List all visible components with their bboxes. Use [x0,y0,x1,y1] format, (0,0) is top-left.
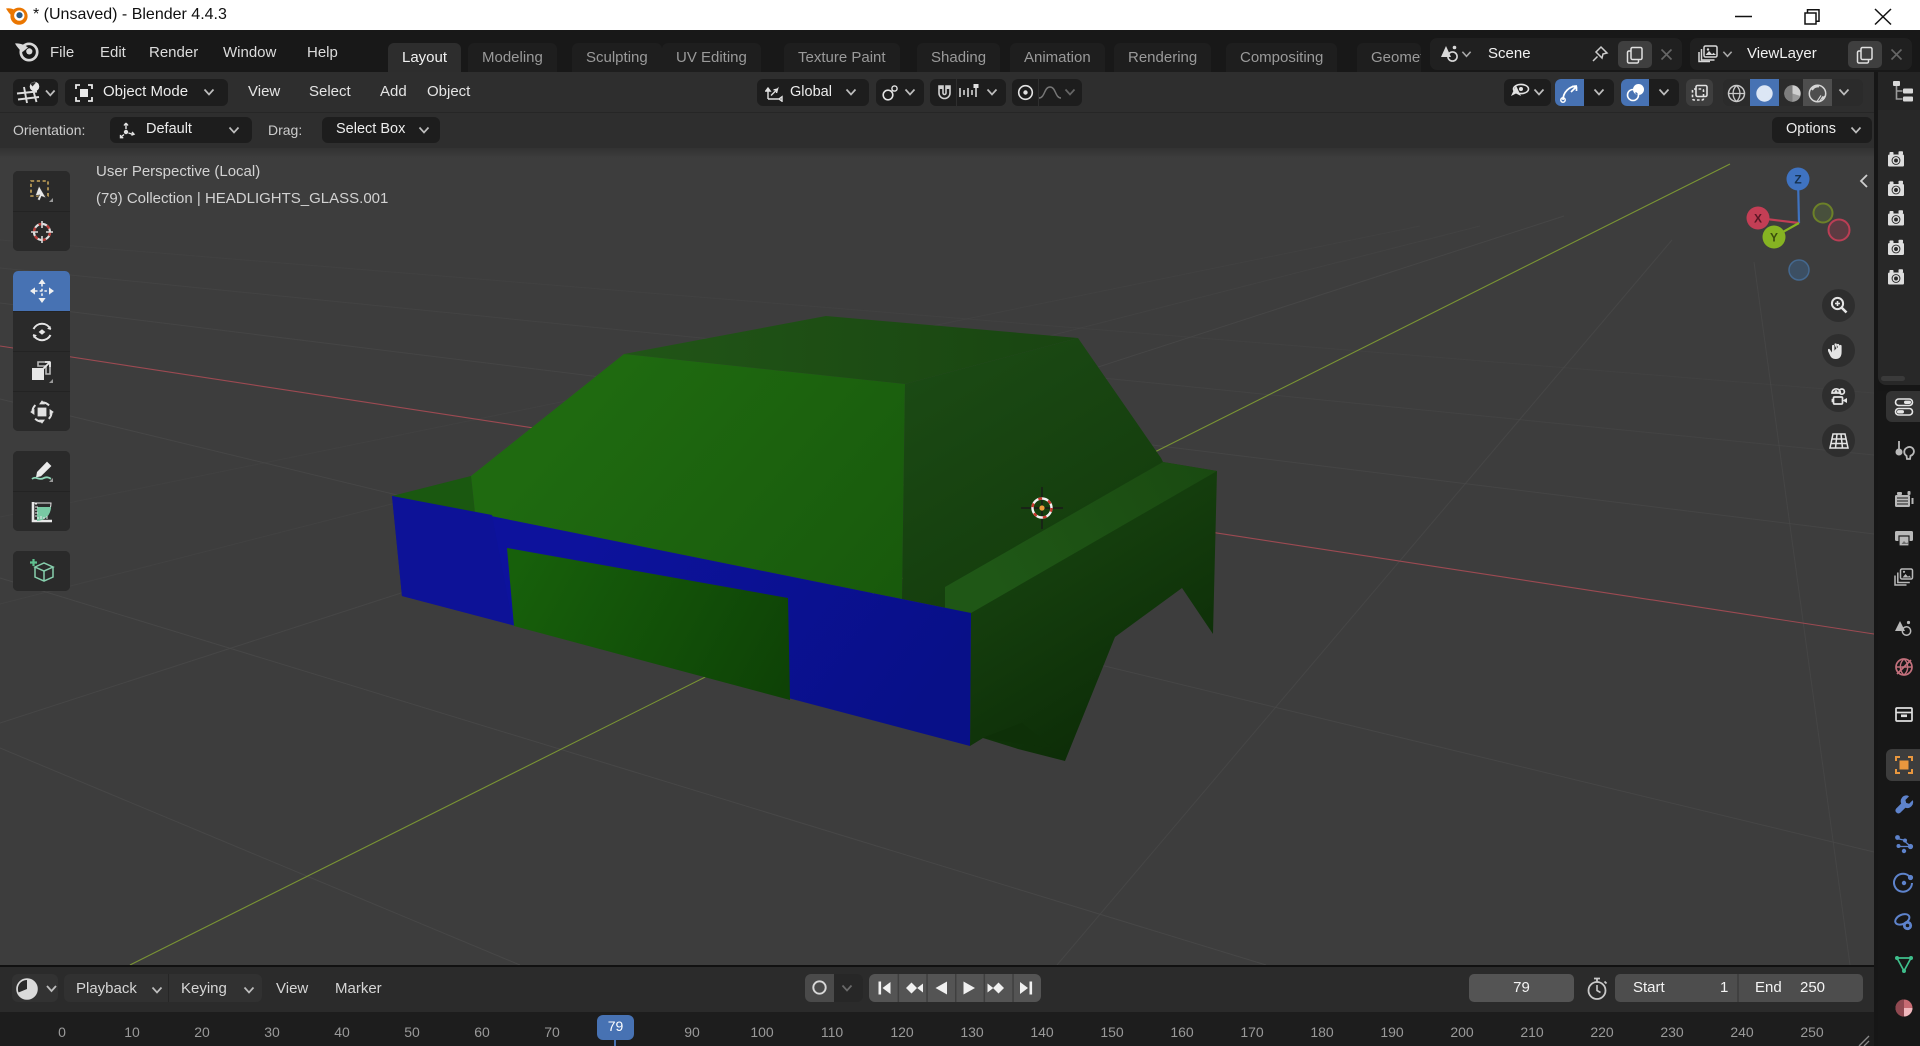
svg-text:Y: Y [1770,231,1778,245]
svg-text:X: X [1754,212,1762,226]
svg-text:Z: Z [1794,173,1801,187]
